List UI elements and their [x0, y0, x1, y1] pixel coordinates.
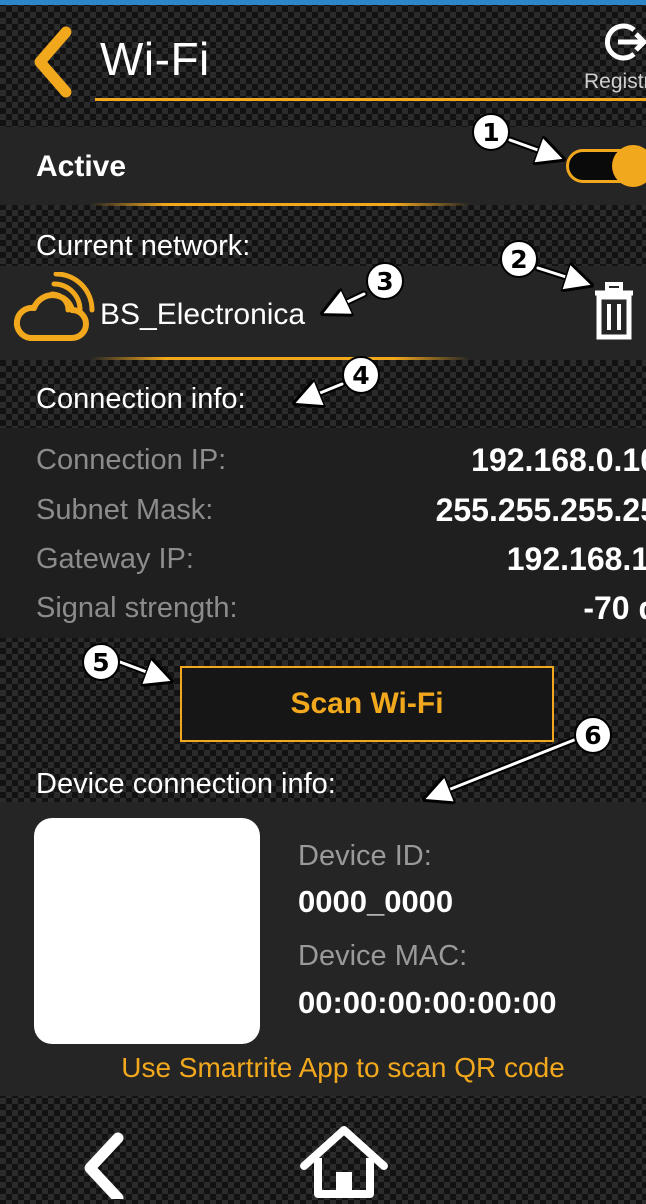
callout-2: 2: [500, 240, 538, 278]
current-network-label: Current network:: [36, 230, 251, 262]
delete-network-button[interactable]: [594, 282, 634, 340]
page-title: Wi-Fi: [100, 33, 210, 85]
divider: [90, 203, 470, 206]
divider: [90, 357, 470, 360]
callout-6: 6: [574, 716, 612, 754]
qr-code: [34, 818, 260, 1044]
power-arrow-icon: [604, 23, 646, 61]
home-icon: [300, 1126, 388, 1198]
connection-info-label: Connection info:: [36, 383, 246, 415]
scan-wifi-button[interactable]: Scan Wi-Fi: [180, 666, 554, 742]
callout-3: 3: [366, 262, 404, 300]
wifi-cloud-icon: [8, 271, 100, 352]
gateway-ip-label: Gateway IP:: [36, 543, 194, 575]
connection-ip-label: Connection IP:: [36, 444, 227, 476]
callout-5: 5: [82, 643, 120, 681]
network-ssid: BS_Electronica: [100, 298, 306, 331]
back-button[interactable]: [30, 26, 80, 98]
nav-back-button[interactable]: [76, 1122, 136, 1204]
qr-hint-text: Use Smartrite App to scan QR code: [121, 1052, 565, 1083]
nav-home-button[interactable]: [298, 1122, 390, 1199]
callout-4: 4: [342, 356, 380, 394]
device-id-value: 0000_0000: [298, 884, 454, 919]
device-id-label: Device ID:: [298, 840, 432, 872]
gateway-ip-value: 192.168.1.: [506, 541, 646, 577]
active-label: Active: [36, 150, 127, 183]
subnet-mask-label: Subnet Mask:: [36, 494, 214, 526]
title-underline: [95, 98, 646, 101]
chevron-left-icon: [34, 26, 72, 98]
connection-ip-value: 192.168.0.10: [471, 442, 646, 478]
chevron-left-icon: [84, 1132, 124, 1204]
signal-strength-value: -70 d: [583, 590, 646, 626]
register-label: Registr: [584, 70, 646, 93]
toggle-knob[interactable]: [612, 145, 646, 187]
device-info-label: Device connection info:: [36, 768, 336, 800]
status-strip: [0, 0, 646, 5]
trash-icon: [595, 282, 633, 340]
device-mac-label: Device MAC:: [298, 940, 468, 972]
register-button[interactable]: [598, 18, 646, 66]
callout-1: 1: [472, 113, 510, 151]
signal-strength-label: Signal strength:: [36, 592, 238, 624]
subnet-mask-value: 255.255.255.25: [435, 492, 646, 528]
device-mac-value: 00:00:00:00:00:00: [298, 985, 557, 1020]
